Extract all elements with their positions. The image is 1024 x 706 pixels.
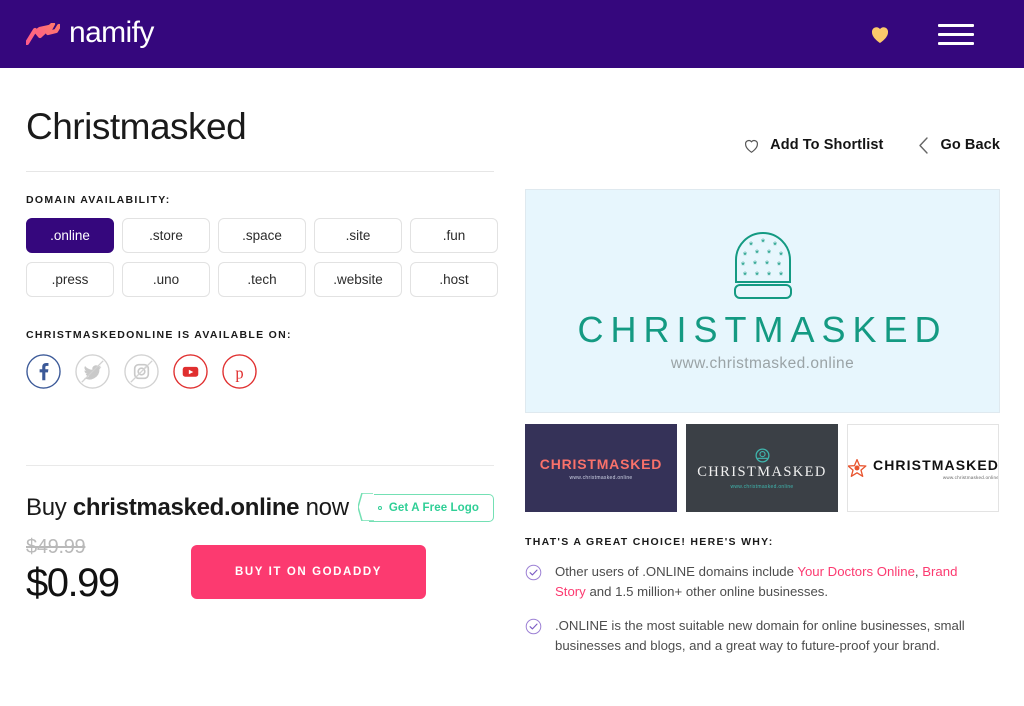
thumb-text-block: CHRISTMASKED www.christmasked.online	[873, 456, 999, 480]
why-text: .ONLINE is the most suitable new domain …	[555, 618, 965, 654]
check-circle-icon	[525, 618, 542, 635]
check-circle-icon	[525, 564, 542, 581]
svg-text:*: *	[748, 240, 753, 252]
preview-wordmark: CHRISTMASKED	[577, 309, 948, 350]
price-block: $49.99 $0.99	[26, 536, 166, 606]
domain-chip-tech[interactable]: .tech	[218, 261, 306, 297]
page-body: Christmasked DOMAIN AVAILABILITY: .onlin…	[0, 68, 1024, 670]
title-divider	[26, 170, 494, 172]
price-row: $49.99 $0.99 BUY IT ON GODADDY	[26, 536, 525, 606]
add-to-shortlist-button[interactable]: Add To Shortlist	[742, 136, 883, 155]
heart-filled-icon[interactable]	[868, 22, 892, 46]
svg-text:p: p	[235, 363, 243, 382]
thumb-wordmark: CHRISTMASKED	[539, 455, 663, 472]
brand-logo[interactable]: namify	[26, 15, 154, 51]
buy-section-divider	[26, 464, 494, 466]
star-icon	[848, 459, 867, 477]
svg-text:*: *	[772, 240, 777, 252]
buy-domain: christmasked.online	[72, 493, 300, 521]
social-availability-label: CHRISTMASKEDONLINE IS AVAILABLE ON:	[26, 328, 292, 341]
right-column: Add To Shortlist Go Back * * * * * * * * * * *	[525, 68, 1024, 670]
zigzag-chart-icon	[26, 23, 60, 45]
preview-url: www.christmasked.online	[670, 355, 855, 372]
logo-thumbnail[interactable]: CHRISTMASKED www.christmasked.online	[525, 424, 677, 512]
chevron-left-icon	[919, 136, 929, 154]
go-back-label: Go Back	[940, 137, 1000, 153]
buy-headline-row: Buy christmasked.online now Get A Free L…	[26, 493, 494, 522]
thumb-url: www.christmasked.online	[569, 474, 633, 481]
buy-it-on-godaddy-button[interactable]: BUY IT ON GODADDY	[191, 545, 426, 600]
circular-emblem-icon	[754, 447, 770, 463]
instagram-icon[interactable]	[124, 353, 159, 389]
domain-chip-fun[interactable]: .fun	[410, 217, 498, 253]
domain-chip-online[interactable]: .online	[26, 217, 114, 253]
heart-outline-icon	[745, 139, 759, 153]
price-tag-icon	[357, 493, 374, 522]
social-availability-list: p	[26, 353, 525, 389]
logo-thumbnail[interactable]: CHRISTMASKED www.christmasked.online	[847, 424, 999, 512]
svg-text:*: *	[742, 270, 747, 282]
why-label: THAT'S A GREAT CHOICE! HERE'S WHY:	[525, 536, 774, 548]
svg-text:*: *	[778, 270, 783, 282]
domain-chip-website[interactable]: .website	[314, 261, 402, 297]
svg-text:*: *	[754, 270, 759, 282]
why-item: .ONLINE is the most suitable new domain …	[525, 616, 1000, 656]
pinterest-icon[interactable]: p	[222, 353, 257, 389]
domain-availability-label: DOMAIN AVAILABILITY:	[26, 193, 171, 206]
app-header: namify	[0, 0, 1024, 68]
thumb-wordmark: CHRISTMASKED	[697, 463, 827, 480]
brand-name: namify	[69, 15, 154, 49]
domain-chip-space[interactable]: .space	[218, 217, 306, 253]
hamburger-menu-icon[interactable]	[938, 23, 974, 45]
domain-chip-press[interactable]: .press	[26, 261, 114, 297]
price-original: $49.99	[26, 535, 86, 558]
main-logo-preview[interactable]: * * * * * * * * * * * * * * * CHRISTMASKED www.chri…	[525, 189, 1000, 413]
domain-extension-list: .online .store .space .site .fun .press …	[26, 217, 525, 297]
domain-chip-store[interactable]: .store	[122, 217, 210, 253]
page-title: Christmasked	[26, 106, 247, 147]
youtube-icon[interactable]	[173, 353, 208, 389]
thumb-row: CHRISTMASKED www.christmasked.online	[848, 456, 999, 480]
thumb-wordmark: CHRISTMASKED	[873, 456, 999, 473]
logo-thumbnail[interactable]: CHRISTMASKED www.christmasked.online	[686, 424, 838, 512]
add-to-shortlist-label: Add To Shortlist	[770, 137, 884, 153]
svg-text:*: *	[760, 237, 765, 249]
buy-headline: Buy christmasked.online now	[26, 494, 349, 522]
thumb-url: www.christmasked.online	[730, 483, 794, 490]
domain-chip-host[interactable]: .host	[410, 261, 498, 297]
go-back-button[interactable]: Go Back	[917, 136, 1000, 155]
buy-suffix: now	[305, 493, 349, 521]
get-free-logo-button[interactable]: Get A Free Logo	[357, 493, 494, 522]
left-column: Christmasked DOMAIN AVAILABILITY: .onlin…	[0, 68, 525, 670]
buy-prefix: Buy	[26, 493, 67, 521]
domain-chip-uno[interactable]: .uno	[122, 261, 210, 297]
why-text-after: and 1.5 million+ other online businesses…	[585, 584, 829, 600]
page-actions: Add To Shortlist Go Back	[525, 130, 1000, 160]
why-link-1[interactable]: Your Doctors Online	[797, 564, 915, 579]
svg-text:*: *	[766, 270, 771, 282]
why-text-before: Other users of .ONLINE domains include	[555, 564, 798, 579]
facebook-icon[interactable]	[26, 353, 61, 389]
logo-thumbnail-list: CHRISTMASKED www.christmasked.online CHR…	[525, 424, 1000, 512]
domain-chip-site[interactable]: .site	[314, 217, 402, 253]
twitter-icon[interactable]	[75, 353, 110, 389]
why-list: Other users of .ONLINE domains include Y…	[525, 562, 1000, 656]
snow-globe-icon: * * * * * * * * * * * * * * *	[733, 231, 792, 299]
thumb-url: www.christmasked.online	[942, 474, 999, 480]
tag-hole	[377, 505, 382, 510]
get-free-logo-label: Get A Free Logo	[388, 501, 479, 514]
header-actions	[868, 22, 1000, 46]
why-item: Other users of .ONLINE domains include Y…	[525, 562, 1000, 602]
why-text: Other users of .ONLINE domains include Y…	[555, 562, 983, 602]
price-current: $0.99	[26, 560, 120, 605]
